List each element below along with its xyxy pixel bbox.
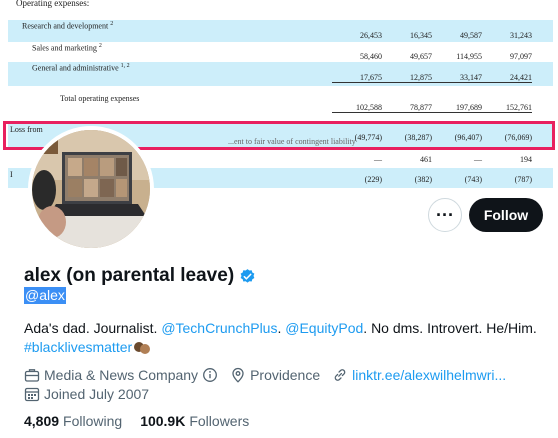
- banner-cell: 78,877: [382, 103, 432, 113]
- display-name-row: alex (on parental leave): [24, 265, 256, 287]
- joined-date: Joined July 2007: [24, 386, 149, 402]
- website-item: linktr.ee/alexwilhelmwri...: [332, 367, 506, 383]
- banner-cell: 26,453: [360, 31, 382, 40]
- banner-cell: (229): [364, 175, 382, 184]
- banner-row-label: Sales and marketing 2: [32, 43, 102, 53]
- banner-cell: 97,097: [510, 52, 532, 61]
- following-label: Following: [63, 413, 123, 429]
- banner-row-label: Total operating expenses: [60, 94, 140, 103]
- banner-cell: 194: [520, 155, 532, 164]
- followers-label: Followers: [189, 413, 250, 429]
- banner-cell: 114,955: [456, 52, 482, 61]
- banner-cell: 12,875: [382, 73, 432, 83]
- banner-cell: 58,460: [360, 52, 382, 61]
- website-link[interactable]: linktr.ee/alexwilhelmwri...: [352, 367, 506, 383]
- banner-cell: 49,587: [460, 31, 482, 40]
- bio: Ada's dad. Journalist. @TechCrunchPlus . …: [24, 319, 544, 357]
- avatar-photo: [32, 130, 150, 248]
- followers-count: 100.9K: [140, 413, 186, 429]
- following-count: 4,809: [24, 413, 60, 429]
- mention-link-techcrunchplus[interactable]: @TechCrunchPlus: [161, 320, 277, 336]
- profile-meta: Media & News Company Providence linktr.e…: [24, 367, 518, 383]
- follow-button[interactable]: Follow: [469, 198, 543, 232]
- more-options-button[interactable]: ···: [428, 198, 462, 232]
- banner-cell: —: [474, 155, 482, 164]
- banner-cell: 24,421: [482, 73, 532, 83]
- mention-link-equitypod[interactable]: @EquityPod: [285, 320, 363, 336]
- avatar[interactable]: [28, 126, 154, 252]
- banner-cell: 49,657: [410, 52, 432, 61]
- raised-fist-emoji-icon: [132, 341, 152, 355]
- followers-link[interactable]: 100.9K Followers: [140, 413, 249, 429]
- handle: @alex: [24, 287, 66, 304]
- banner-cell: 102,588: [332, 103, 382, 113]
- banner-cell: (787): [514, 175, 532, 184]
- display-name: alex (on parental leave): [24, 265, 235, 286]
- banner-row-label: Research and development 2: [22, 21, 114, 31]
- info-icon[interactable]: [202, 367, 218, 383]
- banner-row: Total operating expenses 102,588 78,877 …: [8, 88, 553, 116]
- banner-row: General and administrative 1, 2 17,675 1…: [8, 62, 553, 86]
- verified-badge-icon[interactable]: [239, 268, 256, 285]
- calendar-icon: [24, 387, 40, 402]
- banner-cell: —: [374, 155, 382, 164]
- category-item: Media & News Company: [24, 367, 218, 383]
- banner-cell: 33,147: [432, 73, 482, 83]
- banner-cell: (382): [414, 175, 432, 184]
- banner-row-label: I: [10, 170, 13, 179]
- category-label: Media & News Company: [44, 367, 199, 383]
- location-label: Providence: [250, 367, 321, 383]
- banner-cell: 152,761: [482, 103, 532, 113]
- banner-row: Sales and marketing 2 58,460 49,657 114,…: [8, 42, 553, 62]
- banner-cell: (743): [464, 175, 482, 184]
- bio-text: . No dms. Introvert. He/Him.: [363, 320, 537, 336]
- hashtag-link[interactable]: #blacklivesmatter: [24, 339, 132, 355]
- banner-cell: 197,689: [432, 103, 482, 113]
- follow-stats: 4,809 Following 100.9K Followers: [24, 413, 267, 429]
- banner-heading: Operating expenses:: [16, 0, 90, 8]
- banner-row-label: General and administrative 1, 2: [32, 63, 130, 73]
- briefcase-icon: [24, 369, 40, 382]
- following-link[interactable]: 4,809 Following: [24, 413, 122, 429]
- location-pin-icon: [232, 367, 244, 383]
- banner-cell: 31,243: [510, 31, 532, 40]
- banner-cell: 17,675: [332, 73, 382, 83]
- bio-text: Ada's dad. Journalist.: [24, 320, 162, 336]
- banner-row: Research and development 2 26,453 16,345…: [8, 20, 553, 42]
- location-item: Providence: [230, 367, 320, 383]
- link-icon: [334, 369, 346, 381]
- more-dots-icon: ···: [436, 204, 454, 225]
- banner-cell: 461: [420, 155, 432, 164]
- joined-label: Joined July 2007: [44, 386, 150, 402]
- banner-cell: 16,345: [410, 31, 432, 40]
